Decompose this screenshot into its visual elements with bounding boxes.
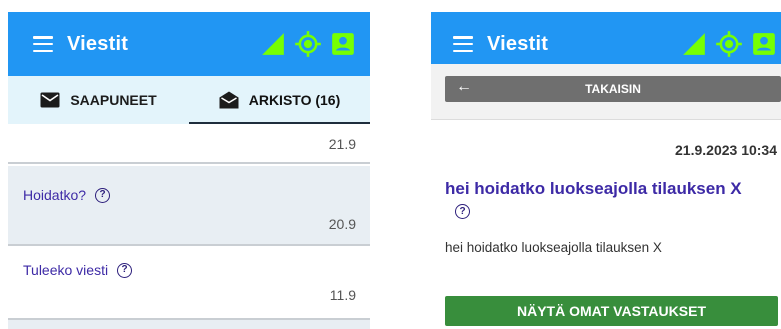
- tabs: SAAPUNEET ARKISTO (16): [8, 76, 370, 124]
- message-date: 20.9: [328, 216, 356, 232]
- tab-archive[interactable]: ARKISTO (16): [189, 76, 370, 124]
- message-subject: Tuleeko viesti ?: [23, 262, 133, 278]
- tab-inbox[interactable]: SAAPUNEET: [8, 76, 189, 124]
- help-icon[interactable]: ?: [455, 204, 470, 219]
- profile-icon[interactable]: [751, 31, 777, 57]
- arrow-left-icon: ←: [456, 78, 472, 95]
- message-subject: Hoidatko? ?: [23, 187, 111, 203]
- tab-archive-label: ARKISTO (16): [248, 92, 341, 108]
- list-item[interactable]: 21.9: [8, 124, 370, 164]
- signal-icon: [683, 33, 705, 55]
- profile-icon[interactable]: [330, 31, 356, 57]
- message-datetime: 21.9.2023 10:34: [675, 142, 777, 158]
- menu-icon[interactable]: [453, 36, 473, 52]
- back-button[interactable]: ← TAKAISIN: [445, 76, 781, 102]
- message-date: 11.9: [329, 287, 356, 303]
- signal-icon: [262, 33, 284, 55]
- status-icons: [260, 12, 356, 76]
- list-item[interactable]: Tuleeko viesti ? 11.9: [8, 248, 370, 320]
- message-title: hei hoidatko luokseajolla tilauksen X: [445, 179, 742, 198]
- show-my-responses-label: NÄYTÄ OMAT VASTAUKSET: [517, 303, 706, 319]
- help-icon[interactable]: ?: [95, 187, 111, 203]
- list-item-partial: [8, 320, 370, 329]
- app-title: Viestit: [67, 32, 129, 55]
- stage: Viestit SAAPUNEET ARKISTO (16) 21.9 Hoid…: [0, 0, 781, 329]
- show-my-responses-button[interactable]: NÄYTÄ OMAT VASTAUKSET: [445, 296, 778, 326]
- drafts-icon: [219, 91, 239, 109]
- app-title: Viestit: [487, 32, 549, 55]
- message-body: hei hoidatko luokseajolla tilauksen X: [445, 240, 662, 255]
- back-bar: ← TAKAISIN: [431, 64, 781, 120]
- message-detail-screen: Viestit ← TAKAISIN 21.9.2023 10:34 hei h…: [431, 0, 781, 329]
- list-item[interactable]: Hoidatko? ? 20.9: [8, 166, 370, 246]
- back-button-label: TAKAISIN: [585, 82, 641, 96]
- app-bar: Viestit: [8, 12, 370, 76]
- mail-icon: [40, 92, 60, 108]
- help-icon[interactable]: ?: [117, 262, 133, 278]
- location-icon[interactable]: [294, 30, 322, 58]
- tab-inbox-label: SAAPUNEET: [70, 92, 157, 108]
- message-date: 21.9: [328, 136, 356, 152]
- message-subject-label: Hoidatko?: [23, 187, 87, 203]
- location-icon[interactable]: [715, 30, 743, 58]
- message-list-screen: Viestit SAAPUNEET ARKISTO (16) 21.9 Hoid…: [0, 0, 370, 329]
- menu-icon[interactable]: [33, 36, 53, 52]
- message-subject-label: Tuleeko viesti: [23, 262, 109, 278]
